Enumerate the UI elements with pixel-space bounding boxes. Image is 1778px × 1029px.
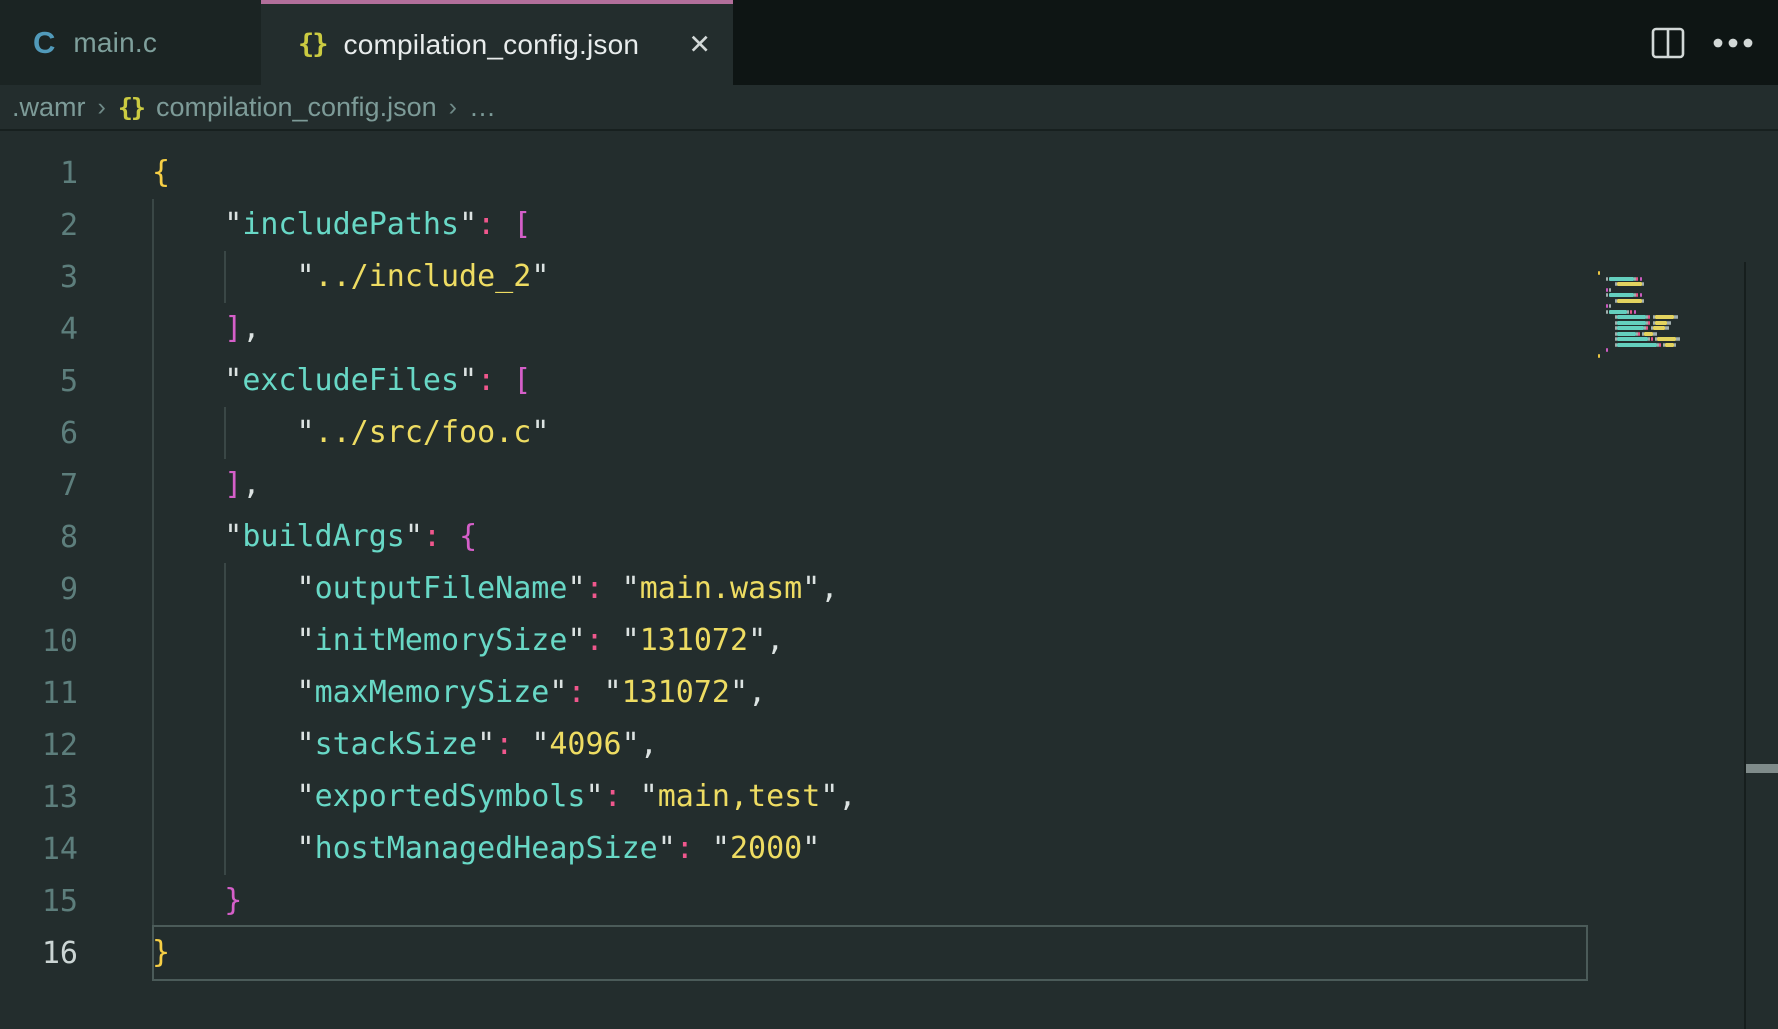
breadcrumb-item-symbol-ellipsis[interactable]: … [469,92,496,123]
code-line[interactable]: 1{ [0,147,1778,199]
indent-guide-line [224,667,226,719]
c-file-icon: C [33,25,55,61]
line-number[interactable]: 16 [0,936,78,971]
code-line[interactable]: 13 "exportedSymbols": "main,test", [0,771,1778,823]
code-line[interactable]: 6 "../src/foo.c" [0,407,1778,459]
indent-guide-line [152,355,154,407]
line-number[interactable]: 11 [0,676,78,711]
tab-bar: C main.c {} compilation_config.json ✕ [0,0,1778,85]
code-line-text: } [152,875,242,927]
overview-ruler [1744,262,1746,1029]
line-number[interactable]: 3 [0,260,78,295]
code-line[interactable]: 2 "includePaths": [ [0,199,1778,251]
tab-label: main.c [73,27,157,59]
code-line[interactable]: 9 "outputFileName": "main.wasm", [0,563,1778,615]
code-line-text: ], [152,303,260,355]
code-line-text: ], [152,459,260,511]
code-line[interactable]: 5 "excludeFiles": [ [0,355,1778,407]
code-line-text: "hostManagedHeapSize": "2000" [152,823,820,875]
line-number[interactable]: 15 [0,884,78,919]
line-number[interactable]: 14 [0,832,78,867]
indent-guide-line [152,719,154,771]
code-line-text: "outputFileName": "main.wasm", [152,563,838,615]
indent-guide-line [152,303,154,355]
line-number[interactable]: 5 [0,364,78,399]
minimap[interactable] [1590,262,1744,1029]
json-braces-icon: {} [118,93,144,122]
indent-guide-line [224,823,226,875]
code-line-text: } [152,927,170,979]
indent-guide-line [152,823,154,875]
line-number[interactable]: 7 [0,468,78,503]
code-line[interactable]: 8 "buildArgs": { [0,511,1778,563]
tab-label: compilation_config.json [344,29,640,61]
line-number[interactable]: 13 [0,780,78,815]
indent-guide-line [224,615,226,667]
indent-guide-line [152,771,154,823]
code-line[interactable]: 10 "initMemorySize": "131072", [0,615,1778,667]
indent-guide-line [224,719,226,771]
close-icon[interactable]: ✕ [688,31,711,58]
ruler-cursor-marker [1746,764,1778,773]
code-line-text: "buildArgs": { [152,511,477,563]
indent-guide-line [152,667,154,719]
indent-guide-line [152,407,154,459]
code-line-text: "stackSize": "4096", [152,719,658,771]
split-editor-icon[interactable] [1650,25,1686,61]
indent-guide-line [152,251,154,303]
code-line[interactable]: 12 "stackSize": "4096", [0,719,1778,771]
indent-guide-line [224,251,226,303]
code-line-text: "maxMemorySize": "131072", [152,667,766,719]
indent-guide-line [152,459,154,511]
code-line[interactable]: 15 } [0,875,1778,927]
indent-guide-line [152,563,154,615]
editor-actions [1650,0,1754,85]
indent-guide-line [152,615,154,667]
line-number[interactable]: 2 [0,208,78,243]
chevron-right-icon: › [449,93,457,122]
line-number[interactable]: 1 [0,156,78,191]
code-line[interactable]: 11 "maxMemorySize": "131072", [0,667,1778,719]
line-number[interactable]: 12 [0,728,78,763]
indent-guide-line [152,511,154,563]
code-line[interactable]: 14 "hostManagedHeapSize": "2000" [0,823,1778,875]
line-number[interactable]: 9 [0,572,78,607]
code-lines: 1{2 "includePaths": [3 "../include_2"4 ]… [0,147,1778,979]
code-line-text: "initMemorySize": "131072", [152,615,784,667]
code-line-text: "../include_2" [152,251,549,303]
code-line[interactable]: 16} [0,927,1778,979]
breadcrumb-item-file[interactable]: compilation_config.json [156,92,437,123]
breadcrumb-item-folder[interactable]: .wamr [12,92,86,123]
indent-guide-line [224,563,226,615]
json-braces-icon: {} [298,29,327,60]
code-line-text: "includePaths": [ [152,199,531,251]
code-line[interactable]: 4 ], [0,303,1778,355]
line-number[interactable]: 4 [0,312,78,347]
chevron-right-icon: › [98,93,106,122]
indent-guide-line [224,771,226,823]
line-number[interactable]: 8 [0,520,78,555]
code-line[interactable]: 3 "../include_2" [0,251,1778,303]
indent-guide-line [224,407,226,459]
code-editor[interactable]: 1{2 "includePaths": [3 "../include_2"4 ]… [0,131,1778,1029]
code-line-text: { [152,147,170,199]
code-line[interactable]: 7 ], [0,459,1778,511]
line-number[interactable]: 6 [0,416,78,451]
line-number[interactable]: 10 [0,624,78,659]
indent-guide-line [152,875,154,927]
code-line-text: "../src/foo.c" [152,407,549,459]
more-actions-icon[interactable] [1712,37,1754,49]
breadcrumb: .wamr › {} compilation_config.json › … [0,85,1778,131]
code-line-text: "excludeFiles": [ [152,355,531,407]
code-line-text: "exportedSymbols": "main,test", [152,771,856,823]
tab-main-c[interactable]: C main.c [0,0,261,85]
indent-guide-line [152,199,154,251]
tab-compilation-config-json[interactable]: {} compilation_config.json ✕ [261,0,733,85]
